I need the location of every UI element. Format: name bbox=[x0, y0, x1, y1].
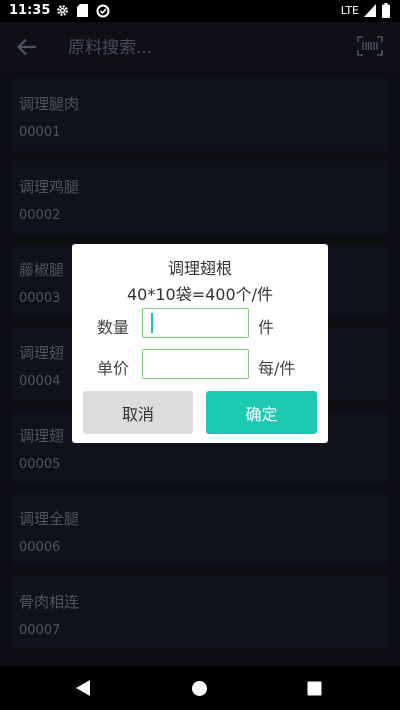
item-name: 骨肉相连 bbox=[19, 593, 80, 611]
item-code: 00003 bbox=[19, 291, 61, 306]
nav-home-icon[interactable] bbox=[191, 680, 208, 701]
search-input[interactable] bbox=[66, 34, 340, 62]
item-code: 00004 bbox=[19, 374, 61, 389]
status-time: 11:35 bbox=[9, 3, 51, 18]
item-name: 调理腿肉 bbox=[19, 95, 80, 113]
status-bar: 11:35 LTE bbox=[0, 0, 400, 22]
price-label: 单价 bbox=[97, 359, 130, 378]
item-name: 藤椒腿 bbox=[19, 261, 65, 279]
list-item[interactable]: 调理全腿 00006 bbox=[12, 493, 388, 566]
app-header bbox=[0, 22, 400, 72]
item-code: 00001 bbox=[19, 125, 61, 140]
list-item[interactable]: 调理腿肉 00001 bbox=[12, 78, 388, 151]
sd-card-icon bbox=[77, 4, 88, 21]
data-saver-icon bbox=[96, 4, 110, 22]
nav-back-icon[interactable] bbox=[75, 679, 91, 701]
cancel-button[interactable]: 取消 bbox=[83, 391, 193, 434]
item-code: 00006 bbox=[19, 540, 61, 555]
list-item[interactable]: 骨肉相连 00007 bbox=[12, 576, 388, 649]
back-arrow-icon[interactable] bbox=[16, 36, 38, 62]
quantity-input[interactable] bbox=[142, 308, 249, 338]
signal-icon bbox=[364, 4, 376, 21]
item-name: 调理翅 bbox=[19, 427, 65, 445]
barcode-scan-icon[interactable] bbox=[357, 36, 383, 60]
item-name: 调理鸡腿 bbox=[19, 178, 80, 196]
item-code: 00002 bbox=[19, 208, 61, 223]
battery-icon bbox=[382, 3, 390, 22]
system-nav-bar bbox=[0, 666, 400, 710]
dialog-title: 调理翅根 bbox=[167, 259, 232, 278]
list-item[interactable]: 调理鸡腿 00002 bbox=[12, 161, 388, 234]
quantity-dialog: 调理翅根 40*10袋=400个/件 数量 件 单价 每/件 取消 确定 bbox=[72, 244, 328, 443]
price-input[interactable] bbox=[142, 349, 249, 379]
text-cursor bbox=[151, 313, 153, 333]
quantity-label: 数量 bbox=[97, 318, 130, 337]
price-unit: 每/件 bbox=[258, 359, 296, 378]
confirm-button[interactable]: 确定 bbox=[206, 391, 317, 434]
gear-icon bbox=[56, 4, 69, 21]
item-code: 00005 bbox=[19, 457, 61, 472]
item-name: 调理全腿 bbox=[19, 510, 80, 528]
quantity-unit: 件 bbox=[258, 318, 275, 337]
dialog-spec: 40*10袋=400个/件 bbox=[126, 285, 274, 304]
item-name: 调理翅 bbox=[19, 344, 65, 362]
item-code: 00007 bbox=[19, 623, 61, 638]
network-type: LTE bbox=[340, 4, 359, 17]
nav-recents-icon[interactable] bbox=[307, 681, 322, 700]
